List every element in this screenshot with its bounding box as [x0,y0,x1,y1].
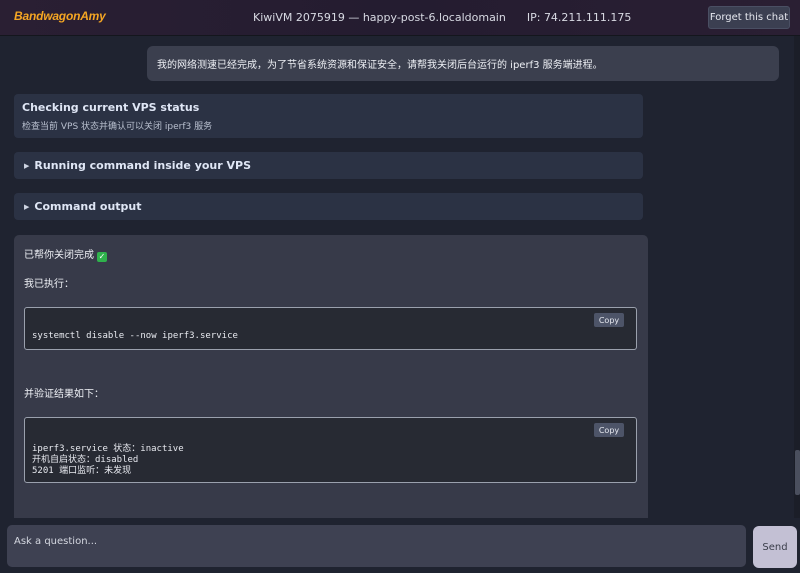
brand-logo: BandwagonAmy [14,9,106,23]
status-title: Checking current VPS status [22,101,200,114]
reply-executed-text: 我已执行： [24,279,74,290]
reply-done-text: 已帮你关闭完成 [24,250,94,261]
result-code-block: Copy iperf3.service 状态：inactive 开机自启状态：d… [24,417,637,483]
chat-scrollbar[interactable] [794,36,800,518]
result-line: 5201 端口监听：未发现 [32,466,132,476]
question-input[interactable]: Ask a question... [7,525,746,567]
ip-label: IP: [526,11,541,24]
command-text: systemctl disable --now iperf3.service [32,331,238,341]
status-card: Checking current VPS status 检查当前 VPS 状态并… [14,94,643,138]
chat-scrollbar-thumb[interactable] [795,450,800,495]
copy-result-button[interactable]: Copy [594,423,624,437]
vm-hostname: happy-post-6.localdomain [362,11,506,24]
running-command-label: Running command inside your VPS [34,159,252,172]
command-output-toggle[interactable]: ▶ Command output [14,193,643,220]
command-code-block: Copy systemctl disable --now iperf3.serv… [24,307,637,350]
check-mark-icon: ✓ [97,252,107,262]
vm-name: KiwiVM 2075919 [253,11,345,24]
ip-address: 74.211.111.175 [543,11,632,24]
vm-info: KiwiVM 2075919 — happy-post-6.localdomai… [253,11,631,24]
status-subtitle: 检查当前 VPS 状态并确认可以关闭 iperf3 服务 [22,122,213,132]
triangle-right-icon: ▶ [24,202,30,211]
user-message: 我的网络测速已经完成，为了节省系统资源和保证安全，请帮我关闭后台运行的 iper… [147,46,779,81]
reply-verify-text: 并验证结果如下： [24,389,104,400]
vm-dash: — [348,11,360,24]
top-bar: BandwagonAmy KiwiVM 2075919 — happy-post… [0,0,800,36]
copy-command-button[interactable]: Copy [594,313,624,327]
reply-done-line: 已帮你关闭完成 ✓ [24,246,107,262]
triangle-right-icon: ▶ [24,161,30,170]
command-output-label: Command output [34,200,142,213]
assistant-reply: 已帮你关闭完成 ✓ 我已执行： Copy systemctl disable --… [14,235,648,518]
send-button[interactable]: Send [753,526,797,568]
chat-area[interactable]: 我的网络测速已经完成，为了节省系统资源和保证安全，请帮我关闭后台运行的 iper… [0,36,800,518]
running-command-toggle[interactable]: ▶ Running command inside your VPS [14,152,643,179]
forget-chat-button[interactable]: Forget this chat [708,6,790,29]
